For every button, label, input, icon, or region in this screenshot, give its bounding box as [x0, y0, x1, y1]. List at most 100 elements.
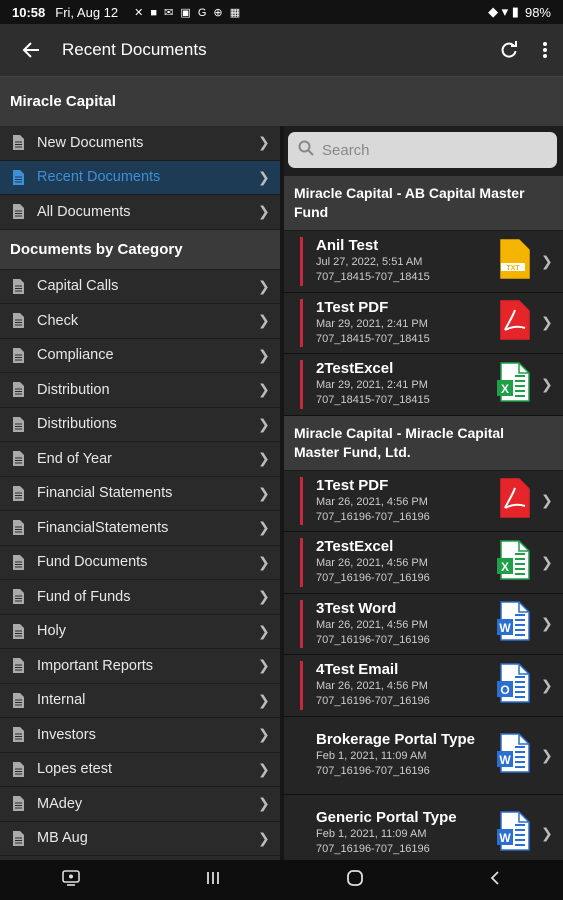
document-date: Mar 26, 2021, 4:56 PM [316, 680, 428, 693]
document-row[interactable]: Brokerage Portal Type Feb 1, 2021, 11:09 … [284, 716, 563, 795]
chevron-right-icon: ❯ [258, 691, 270, 708]
nav-item-all-documents[interactable]: All Documents ❯ [0, 195, 280, 230]
document-row[interactable]: 1Test PDF Mar 26, 2021, 4:56 PM 707_16196-… [284, 470, 563, 532]
chevron-right-icon: ❯ [258, 588, 270, 605]
category-label: Financial Statements [37, 485, 173, 502]
document-icon [13, 554, 24, 570]
category-item[interactable]: Holy ❯ [0, 615, 280, 649]
document-name: 3Test Word [316, 599, 397, 617]
document-date: Mar 26, 2021, 4:56 PM [316, 557, 428, 570]
category-item[interactable]: Internal ❯ [0, 684, 280, 718]
document-icon [13, 347, 24, 363]
category-item[interactable]: Check ❯ [0, 304, 280, 339]
document-icon [13, 520, 24, 536]
arrow-left-icon[interactable] [0, 24, 62, 76]
back-nav-icon[interactable] [489, 870, 501, 891]
category-list: Capital Calls ❯ Check ❯ Compliance ❯ Distribut… [0, 270, 280, 856]
document-date: Feb 1, 2021, 11:09 AM [316, 828, 427, 840]
chevron-right-icon: ❯ [258, 346, 270, 363]
category-label: Important Reports [37, 657, 154, 674]
chevron-right-icon: ❯ [541, 492, 553, 509]
document-icon [13, 278, 24, 294]
chevron-right-icon: ❯ [258, 519, 270, 536]
document-name: Anil Test [316, 237, 379, 255]
category-item[interactable]: MAdey ❯ [0, 787, 280, 822]
document-icon [13, 204, 24, 220]
chevron-right-icon: ❯ [258, 553, 270, 570]
document-row[interactable]: 2TestExcel Mar 26, 2021, 4:56 PM 707_16196… [284, 532, 563, 594]
status-date: Fri, Aug 12 [55, 4, 119, 20]
refresh-icon[interactable] [491, 24, 527, 76]
document-icon [13, 416, 24, 432]
document-name: 1Test PDF [316, 298, 389, 316]
document-id: 707_16196-707_16196 [316, 843, 430, 855]
svg-text:O: O [500, 683, 509, 697]
document-icon [13, 169, 24, 185]
svg-text:X: X [501, 560, 509, 574]
category-item[interactable]: Important Reports ❯ [0, 649, 280, 684]
pdf-file-icon [495, 478, 541, 523]
category-label: Fund Documents [37, 554, 148, 571]
nav-item-new-documents[interactable]: New Documents ❯ [0, 126, 280, 161]
category-item[interactable]: Distribution ❯ [0, 373, 280, 408]
category-item[interactable]: MB Aug ❯ [0, 822, 280, 856]
category-item[interactable]: Lopes etest ❯ [0, 753, 280, 787]
screenshot-icon[interactable] [62, 869, 81, 891]
document-id: 707_16196-707_16196 [316, 765, 430, 777]
document-icon [13, 313, 24, 329]
document-icon [13, 761, 24, 777]
search-icon [298, 140, 314, 160]
document-row[interactable]: Generic Portal Type Feb 1, 2021, 11:09 AM… [284, 794, 563, 860]
word-file-icon: W [495, 810, 541, 856]
page-title: Recent Documents [62, 40, 207, 59]
category-item[interactable]: Fund of Funds ❯ [0, 580, 280, 615]
document-id: 707_16196-707_16196 [316, 510, 430, 523]
document-icon [13, 589, 24, 605]
word-file-icon: W [495, 601, 541, 646]
document-row[interactable]: 4Test Email Mar 26, 2021, 4:56 PM 707_1619… [284, 655, 563, 717]
chevron-right-icon: ❯ [258, 168, 270, 185]
svg-text:X: X [501, 382, 509, 396]
document-row[interactable]: 1Test PDF Mar 29, 2021, 2:41 PM 707_18415-… [284, 292, 563, 354]
document-icon [13, 796, 24, 812]
document-name: 4Test Email [316, 661, 399, 679]
txt-file-icon: TXT [495, 239, 541, 284]
category-item[interactable]: End of Year ❯ [0, 442, 280, 477]
battery-level: 98% [524, 4, 551, 20]
chevron-right-icon: ❯ [258, 657, 270, 674]
category-item[interactable]: Compliance ❯ [0, 339, 280, 373]
svg-text:W: W [499, 753, 511, 767]
document-row[interactable]: 2TestExcel Mar 29, 2021, 2:41 PM 707_18415… [284, 354, 563, 416]
document-id: 707_18415-707_18415 [316, 271, 430, 284]
system-nav-bar [0, 860, 563, 900]
category-item[interactable]: Investors ❯ [0, 718, 280, 753]
category-item[interactable]: Fund Documents ❯ [0, 546, 280, 580]
recents-icon[interactable] [205, 870, 221, 891]
category-sidebar: New Documents ❯ Recent Documents ❯ All D… [0, 126, 280, 860]
category-label: Investors [37, 726, 96, 743]
document-date: Mar 29, 2021, 2:41 PM [316, 379, 428, 392]
category-label: End of Year [37, 450, 112, 467]
category-label: Check [37, 312, 79, 329]
search-input[interactable]: Search [288, 132, 557, 168]
document-icon [13, 135, 24, 151]
category-label: Compliance [37, 347, 114, 364]
document-icon [13, 830, 24, 846]
home-icon[interactable] [346, 869, 364, 892]
document-row[interactable]: 3Test Word Mar 26, 2021, 4:56 PM 707_16196… [284, 593, 563, 655]
more-vertical-icon[interactable] [527, 24, 563, 76]
category-item[interactable]: Financial Statements ❯ [0, 477, 280, 511]
category-item[interactable]: Distributions ❯ [0, 408, 280, 442]
chevron-right-icon: ❯ [258, 829, 270, 846]
svg-text:W: W [499, 831, 511, 845]
word-file-icon: W [495, 732, 541, 778]
nav-item-recent-documents[interactable]: Recent Documents ❯ [0, 160, 280, 195]
document-icon [13, 727, 24, 743]
category-item[interactable]: Capital Calls ❯ [0, 270, 280, 304]
category-item[interactable]: FinancialStatements ❯ [0, 511, 280, 546]
document-date: Feb 1, 2021, 11:09 AM [316, 750, 427, 762]
document-row[interactable]: Anil Test Jul 27, 2022, 5:51 AM 707_18415-… [284, 231, 563, 293]
category-label: Distribution [37, 381, 110, 398]
chevron-right-icon: ❯ [541, 553, 553, 570]
chevron-right-icon: ❯ [541, 314, 553, 331]
